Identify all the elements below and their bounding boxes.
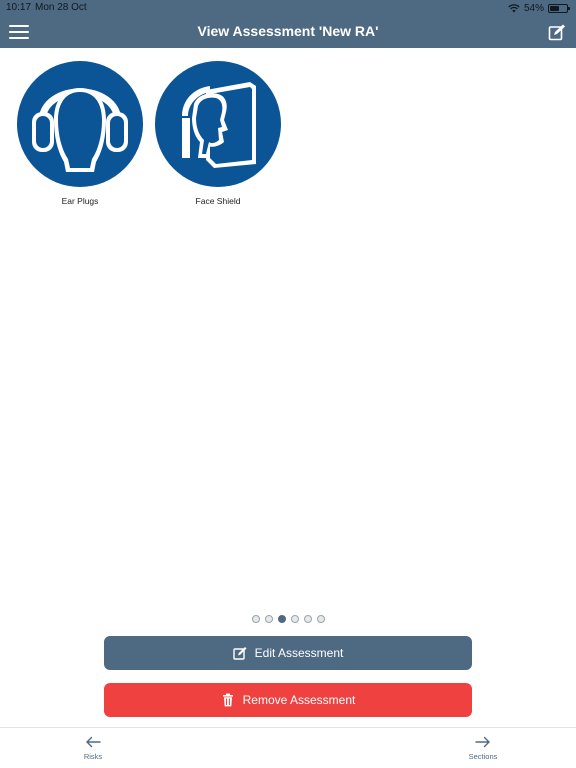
top-bar: 10:17 Mon 28 Oct 54% View Assessment 'Ne… <box>0 0 576 48</box>
remove-assessment-label: Remove Assessment <box>242 693 356 707</box>
bottom-tab-bar: Risks Sections <box>0 727 576 768</box>
status-right: 54% <box>508 1 570 15</box>
page-dot[interactable] <box>290 615 299 623</box>
tab-sections[interactable]: Sections <box>453 736 513 761</box>
edit-icon <box>232 647 247 660</box>
trash-icon <box>222 693 233 707</box>
status-date: Mon 28 Oct <box>35 2 87 13</box>
page-dot[interactable] <box>316 615 325 623</box>
battery-icon <box>548 3 570 13</box>
page-dot[interactable] <box>277 615 286 623</box>
remove-assessment-button[interactable]: Remove Assessment <box>104 683 472 717</box>
wifi-icon <box>508 3 520 12</box>
header: View Assessment 'New RA' <box>0 16 576 48</box>
page-indicator <box>0 615 576 623</box>
arrow-right-icon <box>475 736 490 748</box>
ppe-item-ear-plugs[interactable]: Ear Plugs <box>16 60 144 206</box>
face-shield-icon <box>155 61 281 187</box>
ear-protection-icon <box>17 61 143 187</box>
status-bar: 10:17 Mon 28 Oct 54% <box>0 0 576 16</box>
edit-icon[interactable] <box>548 23 566 41</box>
page-dot[interactable] <box>303 615 312 623</box>
arrow-left-icon <box>86 736 101 748</box>
page-dot[interactable] <box>251 615 260 623</box>
battery-fill <box>550 5 559 11</box>
ppe-item-face-shield[interactable]: Face Shield <box>154 60 282 206</box>
page-dot[interactable] <box>264 615 273 623</box>
status-time: 10:17 <box>6 2 32 13</box>
tab-risks[interactable]: Risks <box>63 736 123 761</box>
battery-percent: 54% <box>523 2 544 14</box>
ppe-list: Ear Plugs Face Shield <box>16 60 282 206</box>
ppe-label: Face Shield <box>195 196 241 206</box>
edit-assessment-button[interactable]: Edit Assessment <box>104 636 472 670</box>
edit-assessment-label: Edit Assessment <box>254 646 344 660</box>
tab-sections-label: Sections <box>468 752 498 761</box>
ppe-label: Ear Plugs <box>61 196 99 206</box>
page-title: View Assessment 'New RA' <box>197 23 379 39</box>
tab-risks-label: Risks <box>83 752 103 761</box>
